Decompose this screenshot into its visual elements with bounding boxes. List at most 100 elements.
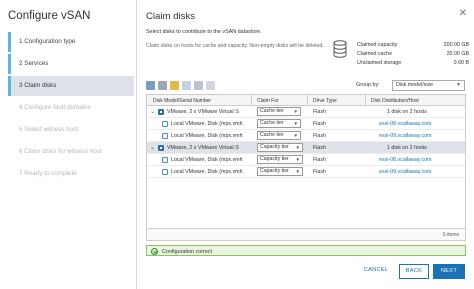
disk-distribution: 1 disk on 2 hosts [387,145,427,151]
claim-for-select[interactable]: Capacity tier ▼ [257,143,303,152]
claim-for-value: Cache tier [260,132,284,138]
mark-local-icon[interactable] [194,81,203,90]
page-subtitle: Select disks to contribute to the vSAN d… [146,29,262,35]
col-header-distribution[interactable]: Disk Distribution/Host [371,98,419,104]
chevron-down-icon: ▼ [295,169,300,174]
claim-for-select[interactable]: Cache tier ▼ [257,131,301,140]
disk-toolbar: Group by: Disk model/size ▼ [146,80,466,92]
host-link[interactable]: esxi-09.vcallaway.com [379,133,432,139]
alert-text: Configuration correct [162,248,213,255]
drive-type: Flash [313,145,326,151]
disk-group-icon [158,145,164,151]
host-link[interactable]: esxi-08.vcallaway.com [379,121,432,127]
col-header-drive-type[interactable]: Drive Type [313,98,337,104]
validation-alert: Configuration correct [146,245,466,256]
stat-value: 200.00 GB [443,42,469,48]
disk-icon [162,169,168,175]
drive-type: Flash [313,121,326,127]
claim-cache-icon[interactable] [146,81,155,90]
table-row[interactable]: Local VMware, Disk (mpx.vmh Cache tier ▼… [147,118,465,130]
stat-claimed-cache: Claimed cache 20.00 GB [357,50,469,59]
step-claim-disks[interactable]: 3 Claim disks [8,76,134,96]
cancel-button[interactable]: CANCEL [358,264,394,279]
wizard-sidebar: Configure vSAN 1 Configuration type 2 Se… [0,0,137,289]
claim-for-select[interactable]: Capacity tier ▼ [257,167,303,176]
stat-claimed-capacity: Claimed capacity 200.00 GB [357,41,469,50]
table-footer: 6 items [147,228,465,240]
claim-for-select[interactable]: Cache tier ▼ [257,119,301,128]
disk-name: Local VMware, Disk (mpx.vmh [171,157,243,163]
step-select-witness-host: 5 Select witness host [19,126,79,133]
claim-for-value: Capacity tier [260,144,289,150]
group-by-value: Disk model/size [396,82,434,88]
claim-for-value: Cache tier [260,120,284,126]
drive-type: Flash [313,169,326,175]
chevron-down-icon[interactable]: ⌄ [150,108,155,115]
disk-name: VMware, 2 x VMware Virtual S [167,109,239,115]
step-configuration-type[interactable]: 1 Configuration type [8,32,134,52]
mark-flash-icon[interactable] [170,81,179,90]
step-claim-disks-witness: 6 Claim disks for witness host [19,148,102,155]
disk-icon [162,121,168,127]
col-header-disk-model[interactable]: Disk Model/Serial Number [153,98,211,104]
claim-for-value: Capacity tier [260,168,289,174]
chevron-down-icon: ▼ [456,82,461,88]
table-row[interactable]: ⌄ VMware, 2 x VMware Virtual S Capacity … [147,142,465,154]
claim-for-value: Capacity tier [260,156,289,162]
drive-type: Flash [313,109,326,115]
stat-value: 20.00 GB [446,51,469,57]
chevron-down-icon: ▼ [295,145,300,150]
main-panel: Claim disks ✕ Select disks to contribute… [137,0,474,289]
chevron-down-icon: ▼ [293,133,298,138]
item-count: 6 items [442,232,459,238]
wizard-title: Configure vSAN [8,10,91,22]
close-icon[interactable]: ✕ [459,8,467,19]
capacity-stats: Claimed capacity 200.00 GB Claimed cache… [357,41,469,68]
stat-label: Unclaimed storage [357,60,402,66]
stat-label: Claimed capacity [357,42,398,48]
host-link[interactable]: esxi-09.vcallaway.com [379,169,432,175]
chevron-down-icon: ▼ [295,157,300,162]
step-services[interactable]: 2 Services [8,54,134,74]
stat-value: 0.00 B [453,60,469,66]
table-header: Disk Model/Serial Number Claim For Drive… [147,95,465,106]
drive-type: Flash [313,133,326,139]
table-row[interactable]: Local VMware, Disk (mpx.vmh Cache tier ▼… [147,130,465,142]
table-row[interactable]: Local VMware, Disk (mpx.vmh Capacity tie… [147,154,465,166]
claim-for-select[interactable]: Cache tier ▼ [257,107,301,116]
host-link[interactable]: esxi-08.vcallaway.com [379,157,432,163]
disk-table: Disk Model/Serial Number Claim For Drive… [146,94,466,241]
col-header-claim-for[interactable]: Claim For [257,98,279,104]
page-description: Claim disks on hosts for cache and capac… [146,43,324,49]
disk-icon [162,157,168,163]
disk-group-icon [158,109,164,115]
table-row[interactable]: ⌄ VMware, 2 x VMware Virtual S Cache tie… [147,106,465,118]
step-configure-fault-domains: 4 Configure fault domains [19,104,91,111]
stat-unclaimed-storage: Unclaimed storage 0.00 B [357,59,469,68]
check-circle-icon [151,247,158,255]
page-title: Claim disks [146,11,196,22]
disk-icon [162,133,168,139]
table-row[interactable]: Local VMware, Disk (mpx.vmh Capacity tie… [147,166,465,178]
disk-distribution: 1 disk on 2 hosts [387,109,427,115]
stat-label: Claimed cache [357,51,393,57]
next-button[interactable]: NEXT [433,264,465,279]
claim-capacity-icon[interactable] [158,81,167,90]
disk-name: VMware, 2 x VMware Virtual S [167,145,239,151]
chevron-down-icon[interactable]: ⌄ [150,144,155,151]
disk-name: Local VMware, Disk (mpx.vmh [171,169,243,175]
back-button[interactable]: BACK [399,264,429,279]
drive-type: Flash [313,157,326,163]
mark-hdd-icon[interactable] [182,81,191,90]
claim-for-value: Cache tier [260,108,284,114]
group-by-label: Group by: [356,82,380,88]
disk-name: Local VMware, Disk (mpx.vmh [171,133,243,139]
grid-view-icon[interactable] [206,81,215,90]
disk-name: Local VMware, Disk (mpx.vmh [171,121,243,127]
wizard-steps: 1 Configuration type 2 Services 3 Claim … [8,32,134,184]
group-by-select[interactable]: Disk model/size ▼ [392,80,465,91]
claim-for-select[interactable]: Capacity tier ▼ [257,155,303,164]
database-icon [333,40,347,58]
chevron-down-icon: ▼ [293,121,298,126]
step-ready-to-complete: 7 Ready to complete [19,170,77,177]
